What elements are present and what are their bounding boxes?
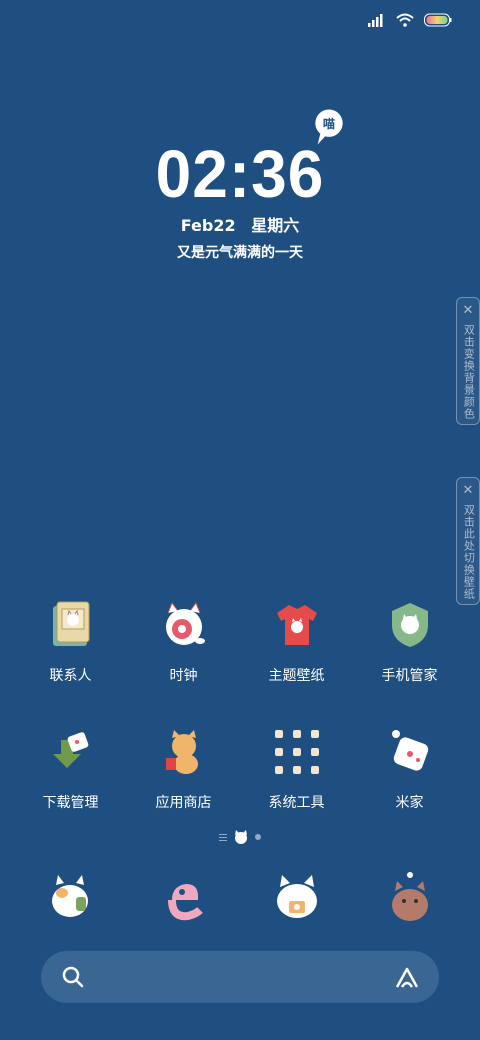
system-tools-grid-icon [269, 724, 325, 780]
dock-phone[interactable] [14, 868, 127, 928]
close-icon[interactable]: ✕ [457, 302, 479, 320]
battery-icon [424, 13, 452, 27]
change-background-color-tab[interactable]: ✕ 双击变换背景颜色 [456, 297, 480, 425]
camera-cat-icon [267, 868, 327, 928]
clock-widget[interactable]: 02:36 Feb22 星期六 又是元气满满的一天 [0, 108, 480, 262]
app-label: 时钟 [169, 668, 198, 684]
menu-lines-icon [219, 834, 227, 841]
side-tab-text: 双击此处切换壁纸 [462, 503, 476, 600]
app-label: 系统工具 [268, 795, 325, 811]
clock-date: Feb22 [180, 216, 236, 235]
dock-camera[interactable] [240, 868, 353, 928]
clock-time: 02:36 [155, 136, 325, 212]
app-theme-wallpaper[interactable]: 主题壁纸 [240, 597, 353, 685]
close-icon[interactable]: ✕ [457, 482, 479, 500]
browser-e-icon [154, 868, 214, 928]
phone-cat-icon [41, 868, 101, 928]
search-bar[interactable] [41, 951, 439, 1003]
app-security[interactable]: 手机管家 [353, 597, 466, 685]
clock-weekday: 星期六 [251, 216, 300, 235]
app-row-1: 联系人 时钟 主题壁纸 手机管家 [14, 597, 466, 685]
app-label: 米家 [395, 795, 424, 811]
app-system-tools[interactable]: 系统工具 [240, 724, 353, 812]
clock-date-line: Feb22 星期六 [0, 212, 480, 236]
wifi-icon [396, 13, 414, 27]
search-icon[interactable] [61, 965, 85, 989]
app-label: 主题壁纸 [268, 668, 325, 684]
assistant-icon[interactable] [393, 963, 421, 991]
page-indicator[interactable] [0, 830, 480, 844]
side-tab-text: 双击变换背景颜色 [462, 323, 476, 420]
app-label: 下载管理 [42, 795, 99, 811]
app-mijia[interactable]: 米家 [353, 724, 466, 812]
app-download-manager[interactable]: 下载管理 [14, 724, 127, 812]
gallery-cat-icon [380, 868, 440, 928]
mijia-cat-icon [382, 724, 438, 780]
signal-icon [368, 14, 383, 27]
app-label: 手机管家 [381, 668, 438, 684]
app-label: 联系人 [49, 668, 92, 684]
status-bar [368, 10, 452, 30]
download-cat-icon [43, 724, 99, 780]
clock-slogan: 又是元气满满的一天 [177, 245, 303, 261]
app-clock[interactable]: 时钟 [127, 597, 240, 685]
app-app-store[interactable]: 应用商店 [127, 724, 240, 812]
page-dot [255, 834, 261, 840]
security-shield-icon [382, 597, 438, 653]
dock [14, 868, 466, 928]
dock-browser[interactable] [127, 868, 240, 928]
theme-shirt-icon [269, 597, 325, 653]
app-label: 应用商店 [155, 795, 212, 811]
app-contacts[interactable]: 联系人 [14, 597, 127, 685]
dock-gallery[interactable] [353, 868, 466, 928]
app-row-2: 下载管理 应用商店 系统工具 米家 [14, 724, 466, 812]
clock-cat-icon [156, 597, 212, 653]
contacts-cat-icon [43, 597, 99, 653]
switch-wallpaper-tab[interactable]: ✕ 双击此处切换壁纸 [456, 477, 480, 605]
cat-face-page-icon [235, 830, 247, 844]
app-store-cat-icon [156, 724, 212, 780]
